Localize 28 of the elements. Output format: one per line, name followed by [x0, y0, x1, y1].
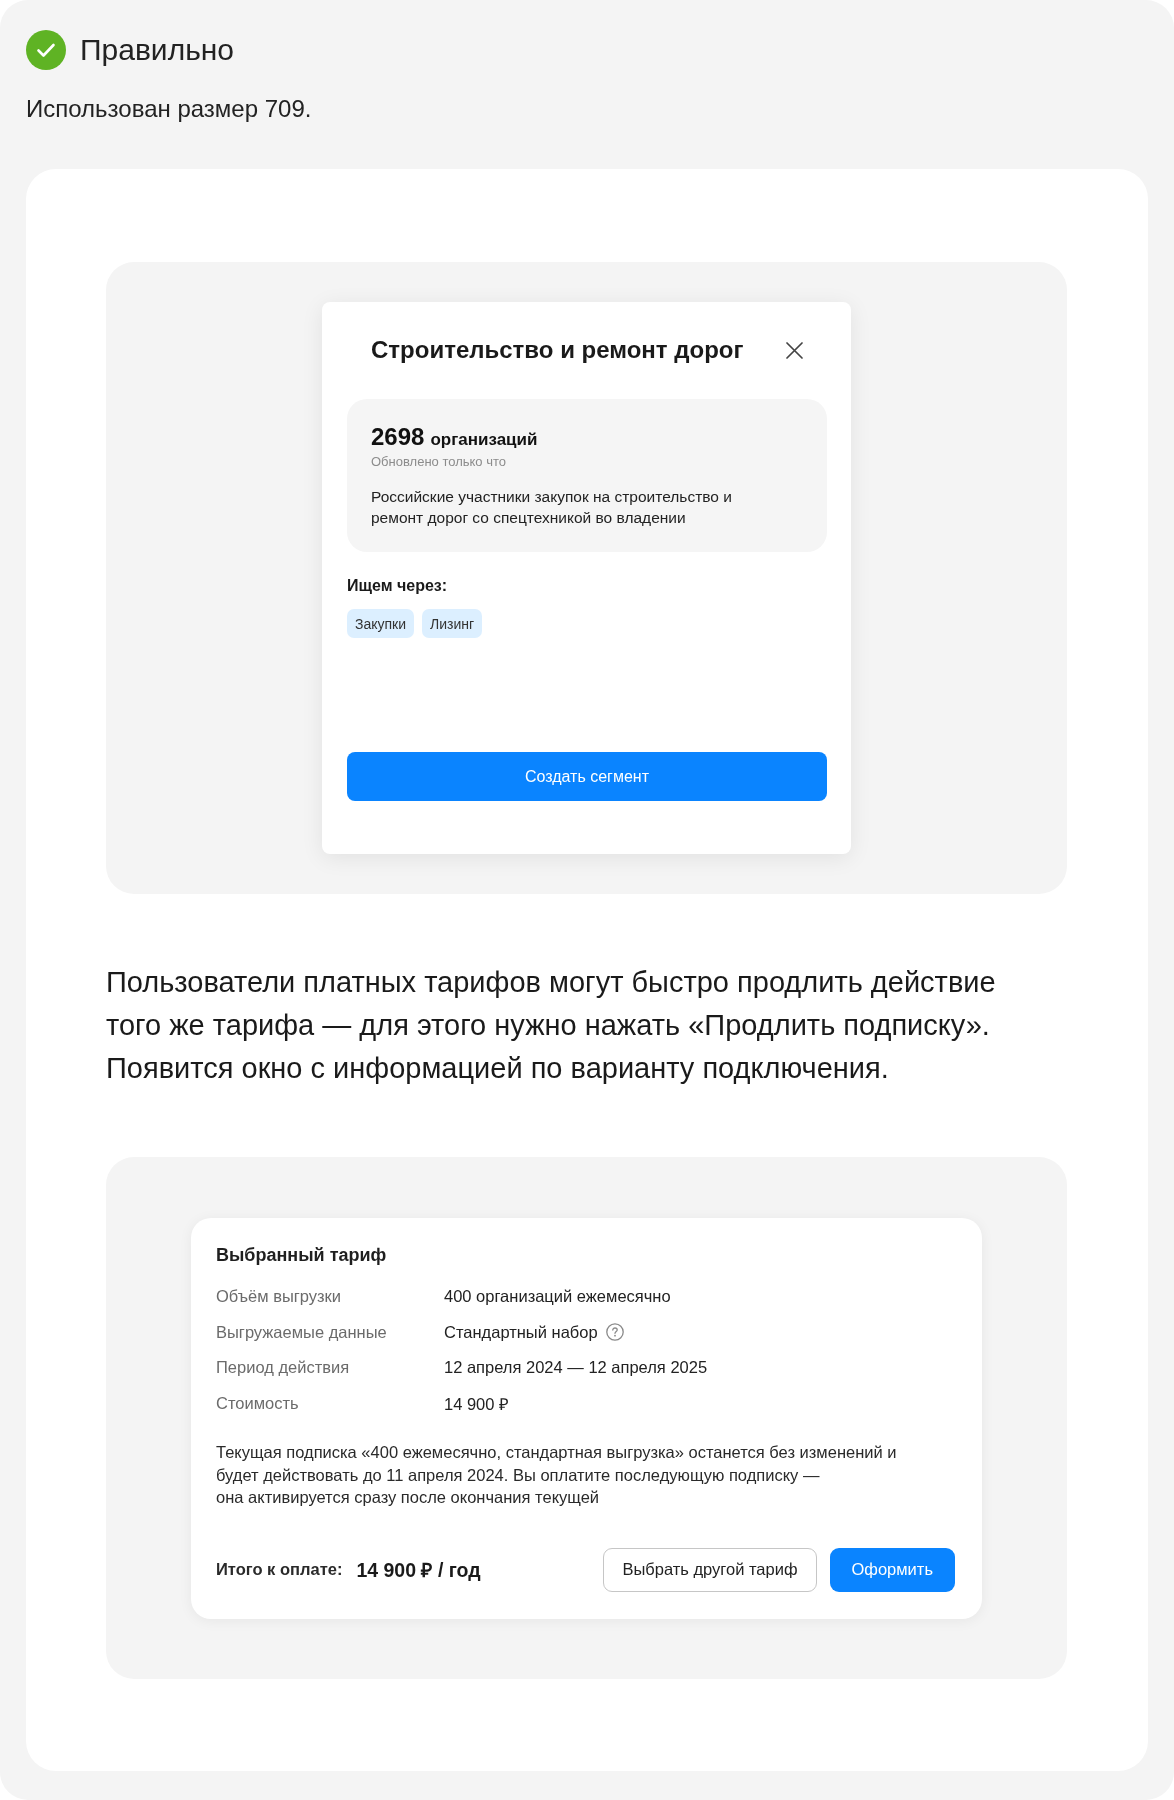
sources-label: Ищем через: [347, 576, 448, 596]
detail-label: Объём выгрузки [216, 1287, 342, 1307]
organization-count: 2698 [371, 423, 425, 451]
detail-value: 14 900 ₽ [444, 1393, 510, 1415]
summary-description: Российские участники закупок на строительство и ремонт дорог со спецтехникой во владении [371, 487, 733, 528]
count-unit: организаций [430, 429, 538, 451]
modal-title: Строительство и ремонт дорог [371, 336, 744, 364]
close-icon[interactable] [786, 341, 803, 359]
total-amount: 14 900 ₽ / год [356, 1558, 481, 1583]
choose-tariff-button[interactable]: Выбрать другой тариф [603, 1547, 817, 1592]
help-icon[interactable] [605, 1323, 624, 1342]
total-label: Итого к оплате: [216, 1560, 343, 1579]
detail-label: Стоимость [216, 1393, 299, 1413]
description-paragraph: Пользователи платных тарифов могут быстро продлить действие того же тарифа — для этого нужно нажать «Продлить подписку». Появится окно с информацией по варианту подключения. [106, 965, 997, 1086]
checkout-button[interactable]: Оформить [829, 1547, 955, 1592]
note-text: Текущая подписка «400 ежемесячно, стандартная выгрузка» останется без изменений и будет действовать до 11 апреля 2024. Вы оплатите последующую подписку — она активируется сразу после окончания текущей [216, 1442, 898, 1508]
detail-value: Стандартный набор [444, 1322, 598, 1342]
detail-value: 12 апреля 2024 — 12 апреля 2025 [444, 1358, 708, 1378]
create-segment-button[interactable]: Создать сегмент [347, 752, 827, 801]
detail-label: Период действия [216, 1358, 350, 1378]
source-tag: Лизинг [422, 609, 483, 638]
verdict-caption: Использован размер 709. [26, 94, 312, 124]
tariff-title: Выбранный тариф [216, 1244, 387, 1267]
source-tag: Закупки [347, 609, 415, 638]
update-time: Обновлено только что [371, 453, 506, 471]
verdict-title: Правильно [80, 32, 234, 68]
detail-value: 400 организаций ежемесячно [444, 1287, 671, 1307]
detail-label: Выгружаемые данные [216, 1322, 387, 1342]
